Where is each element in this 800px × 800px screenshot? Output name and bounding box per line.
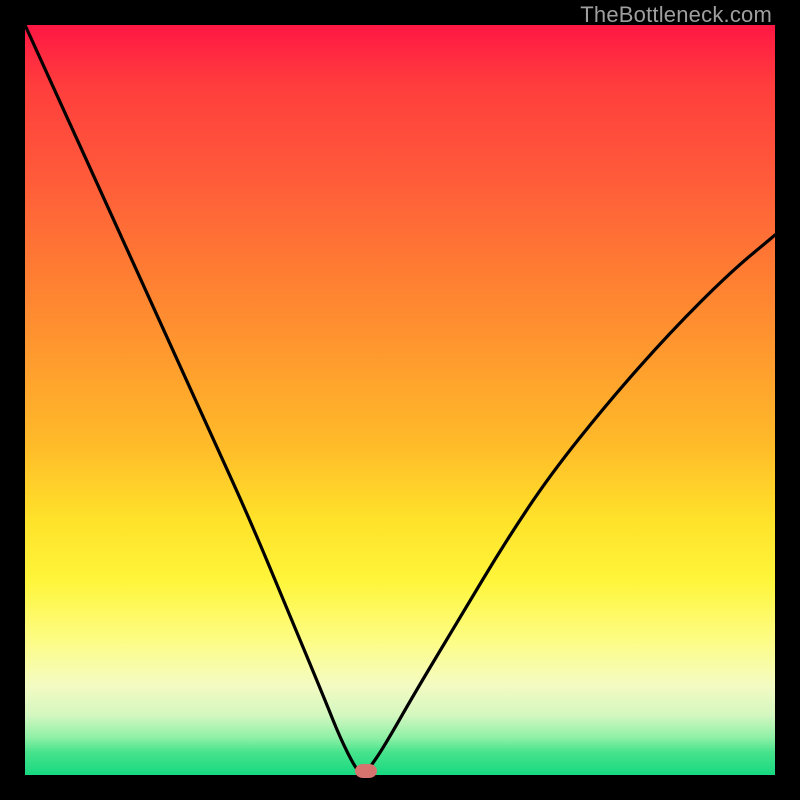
chart-frame [25, 25, 775, 775]
bottleneck-curve [25, 25, 775, 775]
optimum-marker [355, 764, 377, 778]
